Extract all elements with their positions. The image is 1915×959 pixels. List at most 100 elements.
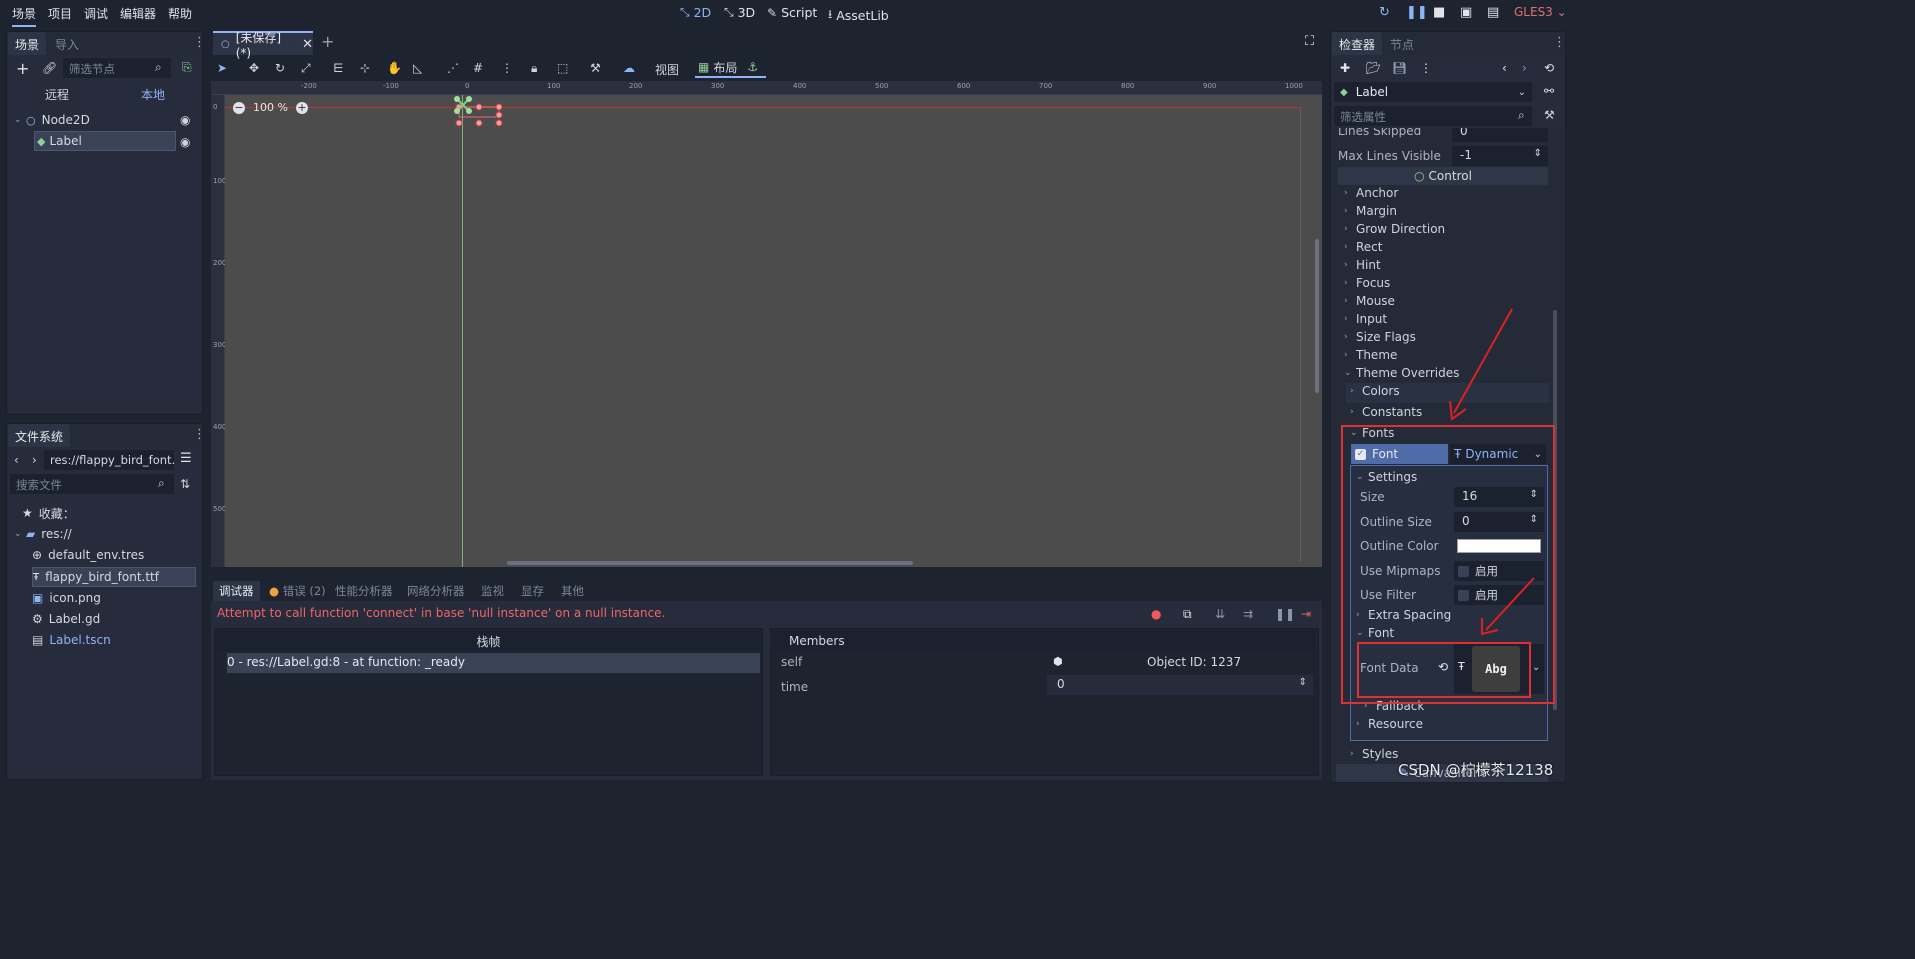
view-menu[interactable]: 视图 [655,61,679,78]
group-rect[interactable]: › Rect [1344,240,1382,254]
remote-tab[interactable]: 远程 [45,86,69,103]
property-tools-icon[interactable]: ⚒ [1544,108,1555,122]
new-resource-icon[interactable]: ✚ [1340,61,1350,75]
more-icon[interactable]: ⋮ [501,61,513,75]
object-selector[interactable]: ◆ Label ⌄ [1334,82,1532,102]
play-custom-icon[interactable]: ▤ [1487,5,1499,20]
tab-vram[interactable]: 显存 [515,581,550,601]
tab-inspector[interactable]: 检查器 [1332,32,1383,57]
tab-profiler[interactable]: 性能分析器 [329,581,399,601]
visibility-eye-icon[interactable]: ◉ [180,113,190,127]
file-item[interactable]: ▣ icon.png [32,588,101,608]
horizontal-scrollbar[interactable] [507,561,913,565]
tree-node-label[interactable]: ◆ Label [34,131,176,151]
file-item[interactable]: ⊕ default_env.tres [32,545,144,565]
scene-menu-icon[interactable]: ⋮ [193,36,206,49]
tab-monitors[interactable]: 监视 [475,581,510,601]
filter-properties-input[interactable]: 筛选属性 [1334,106,1532,126]
workspace-script[interactable]: ✎ Script [767,5,817,20]
breakpoint-icon[interactable]: ● [1151,607,1161,621]
group-focus[interactable]: › Focus [1344,276,1390,290]
menu-editor[interactable]: 编辑器 [120,5,156,22]
tab-misc[interactable]: 其他 [555,581,590,601]
tab-import[interactable]: 导入 [48,32,86,57]
menu-scene[interactable]: 场景 [12,5,37,27]
layout-menu[interactable]: ▦ 布局 ⚓ [695,58,766,78]
forward-icon[interactable]: › [32,453,37,467]
workspace-2d[interactable]: ⤡ 2D [680,5,711,20]
bone-icon[interactable]: ⚒ [590,61,601,75]
scale-tool-icon[interactable]: ⤢ [301,61,311,76]
sort-icon[interactable]: ⇅ [180,477,190,491]
stack-row[interactable]: 0 - res://Label.gd:8 - at function: _rea… [227,653,760,673]
pause-icon[interactable]: ❚❚ [1406,5,1428,20]
group-theme-overrides[interactable]: ⌄ Theme Overrides [1344,366,1459,380]
file-item[interactable]: ▤ Label.tscn [32,630,111,650]
group-resource[interactable]: › Resource [1356,717,1423,731]
max-lines-visible-field[interactable]: -1 ⇕ [1452,146,1548,166]
file-item[interactable]: Ŧflappy_bird_font.ttf [32,567,196,587]
list-view-icon[interactable]: ☰ [180,451,192,466]
menu-help[interactable]: 帮助 [168,5,192,22]
lines-skipped-field[interactable]: 0 [1452,128,1548,142]
copy-icon[interactable]: ⧉ [1183,607,1192,622]
ruler-icon[interactable]: ◺ [413,61,422,75]
menu-project[interactable]: 项目 [48,5,72,22]
history-back-icon[interactable]: ‹ [1502,61,1507,75]
workspace-3d[interactable]: ⤡ 3D [724,5,755,20]
grid-snap-icon[interactable]: # [473,61,483,75]
group-size-flags[interactable]: › Size Flags [1344,330,1416,344]
workspace-assetlib[interactable]: ⭳ AssetLib [828,5,889,26]
label-node-handles[interactable] [453,95,507,129]
local-tab[interactable]: 本地 [141,86,165,103]
open-folder-icon[interactable]: 📂︎ [1366,61,1381,75]
group-theme[interactable]: › Theme [1344,348,1397,362]
object-properties-icon[interactable]: ⚯ [1544,84,1554,98]
search-files-input[interactable]: 搜索文件 [10,474,174,494]
history-icon[interactable]: ⟲ [1544,61,1554,75]
group-anchor[interactable]: › Anchor [1344,186,1398,200]
new-tab-icon[interactable]: + [321,32,334,51]
res-root-item[interactable]: ⌄ ▰ res:// [14,524,72,544]
path-field[interactable]: res://flappy_bird_font. [44,450,174,470]
refresh-icon[interactable]: ↻ [1379,5,1390,20]
add-node-icon[interactable]: + [16,59,29,78]
step-into-icon[interactable]: ⇊ [1215,607,1225,621]
attach-script-icon[interactable]: ⎘ [182,60,192,75]
link-icon[interactable]: 🔗︎ [42,61,57,75]
rotate-tool-icon[interactable]: ↻ [275,61,285,75]
tab-network-profiler[interactable]: 网络分析器 [401,581,471,601]
move-tool-icon[interactable]: ✥ [249,61,259,75]
save-icon[interactable]: 💾︎ [1392,61,1407,75]
filesystem-menu-icon[interactable]: ⋮ [193,428,206,441]
tab-node[interactable]: 节点 [1383,32,1421,57]
vertical-scrollbar[interactable] [1315,239,1319,393]
group-hint[interactable]: › Hint [1344,258,1381,272]
group-styles[interactable]: › Styles [1350,747,1398,761]
zoom-in-icon[interactable]: + [295,101,308,114]
tab-filesystem[interactable]: 文件系统 [8,424,71,449]
viewport-canvas[interactable]: − 100 % + [225,95,1322,567]
scene-tab[interactable]: ○ [未保存](*) ✕ [213,31,313,60]
file-item[interactable]: ⚙ Label.gd [32,609,100,629]
tab-debugger[interactable]: 调试器 [213,581,260,601]
more-icon[interactable]: ⋮ [1420,61,1432,75]
tab-errors[interactable]: ● 错误 (2) [263,581,332,601]
group-constants[interactable]: › Constants [1350,405,1422,419]
group-margin[interactable]: › Margin [1344,204,1397,218]
tree-node-node2d[interactable]: ⌄ ○ Node2D [14,110,194,130]
menu-debug[interactable]: 调试 [84,5,108,22]
list-select-icon[interactable]: ⋿ [333,61,343,75]
snap-icon[interactable]: ⋰ [447,61,459,75]
visibility-eye-icon[interactable]: ◉ [180,135,190,149]
pivot-icon[interactable]: ⊹ [360,61,370,75]
group-icon[interactable]: ⬚ [557,61,568,75]
close-icon[interactable]: ✕ [302,37,313,52]
stop-icon[interactable]: ■ [1433,5,1445,20]
play-scene-icon[interactable]: ▣ [1460,5,1472,20]
camera-override-icon[interactable]: ☁ [623,61,635,75]
history-forward-icon[interactable]: › [1522,61,1527,75]
continue-icon[interactable]: ⇥ [1301,607,1311,621]
group-grow-direction[interactable]: › Grow Direction [1344,222,1445,236]
group-input[interactable]: › Input [1344,312,1387,326]
